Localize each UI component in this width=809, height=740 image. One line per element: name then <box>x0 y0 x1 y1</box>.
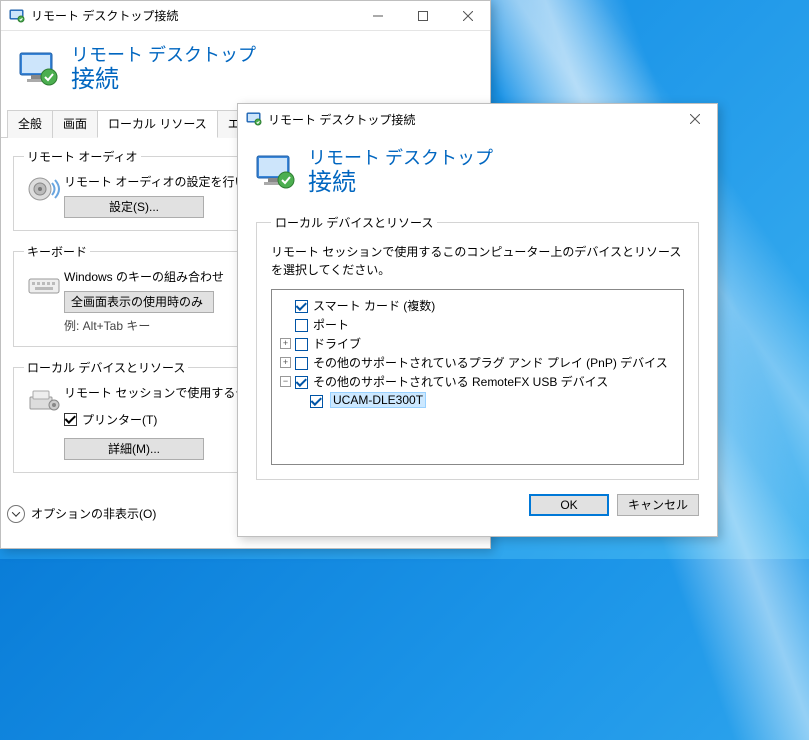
close-button[interactable] <box>445 1 490 30</box>
tree-label: ポート <box>313 316 349 333</box>
titlebar: リモート デスクトップ接続 <box>238 104 717 134</box>
group-local-devices: ローカル デバイスとリソース リモート セッションで使用するこのコンピューター上… <box>256 214 699 480</box>
tree-item-ucam[interactable]: UCAM-DLE300T <box>280 391 675 410</box>
devices-icon <box>24 382 64 418</box>
checkbox-icon <box>295 357 308 370</box>
cancel-button[interactable]: キャンセル <box>617 494 699 516</box>
banner-subtitle: 接続 <box>71 67 256 93</box>
close-button[interactable] <box>672 104 717 134</box>
keyboard-combo-dropdown[interactable]: 全画面表示の使用時のみ <box>64 291 214 313</box>
tab-general[interactable]: 全般 <box>7 110 53 138</box>
details-button[interactable]: 詳細(M)... <box>64 438 204 460</box>
window-title: リモート デスクトップ接続 <box>31 7 355 24</box>
instructions: リモート セッションで使用するこのコンピューター上のデバイスとリソースを選択して… <box>271 243 684 279</box>
tree-label: ドライブ <box>313 335 361 352</box>
options-label: オプションの非表示(O) <box>31 505 156 522</box>
app-icon <box>246 111 262 127</box>
window-title: リモート デスクトップ接続 <box>268 111 672 128</box>
checkbox-icon <box>295 376 308 389</box>
tree-label: スマート カード (複数) <box>313 297 435 314</box>
banner: リモート デスクトップ 接続 <box>1 31 490 111</box>
group-legend: ローカル デバイスとリソース <box>271 214 437 231</box>
checkbox-icon <box>295 319 308 332</box>
app-icon <box>9 8 25 24</box>
banner-subtitle: 接続 <box>308 170 493 196</box>
rdp-devices-dialog: リモート デスクトップ接続 リモート デスクトップ 接続 ローカル デバイスとリ… <box>237 103 718 537</box>
tree-item-smartcard[interactable]: スマート カード (複数) <box>280 296 675 315</box>
banner-title: リモート デスクトップ <box>308 148 493 170</box>
maximize-button[interactable] <box>400 1 445 30</box>
keyboard-icon <box>24 266 64 302</box>
titlebar: リモート デスクトップ接続 <box>1 1 490 31</box>
chevron-up-icon <box>7 505 25 523</box>
tree-label: その他のサポートされている RemoteFX USB デバイス <box>313 373 608 390</box>
tab-display[interactable]: 画面 <box>52 110 98 138</box>
printer-label: プリンター(T) <box>82 411 157 428</box>
checkbox-icon <box>64 413 77 426</box>
printer-checkbox[interactable]: プリンター(T) <box>64 411 157 428</box>
group-remote-audio-legend: リモート オーディオ <box>24 148 141 165</box>
tree-item-drive[interactable]: + ドライブ <box>280 334 675 353</box>
minimize-button[interactable] <box>355 1 400 30</box>
checkbox-icon <box>310 395 323 408</box>
checkbox-icon <box>295 300 308 313</box>
tree-item-remotefx-usb[interactable]: − その他のサポートされている RemoteFX USB デバイス <box>280 372 675 391</box>
ok-button[interactable]: OK <box>529 494 609 516</box>
collapse-icon[interactable]: − <box>280 376 291 387</box>
tree-label: その他のサポートされているプラグ アンド プレイ (PnP) デバイス <box>313 354 668 371</box>
tree-item-port[interactable]: ポート <box>280 315 675 334</box>
tree-item-pnp[interactable]: + その他のサポートされているプラグ アンド プレイ (PnP) デバイス <box>280 353 675 372</box>
expand-icon[interactable]: + <box>280 357 291 368</box>
group-keyboard-legend: キーボード <box>24 243 90 260</box>
rdp-banner-icon <box>17 47 61 91</box>
banner-title: リモート デスクトップ <box>71 45 256 67</box>
checkbox-icon <box>295 338 308 351</box>
group-local-devices-legend: ローカル デバイスとリソース <box>24 359 188 376</box>
banner: リモート デスクトップ 接続 <box>238 134 717 214</box>
speaker-icon <box>24 171 64 207</box>
tab-local-resources[interactable]: ローカル リソース <box>97 110 218 138</box>
rdp-banner-icon <box>254 150 298 194</box>
tree-label-selected: UCAM-DLE300T <box>330 392 426 408</box>
expand-icon[interactable]: + <box>280 338 291 349</box>
audio-settings-button[interactable]: 設定(S)... <box>64 196 204 218</box>
device-tree[interactable]: スマート カード (複数) ポート + ドライブ + その他のサポートされている… <box>271 289 684 465</box>
